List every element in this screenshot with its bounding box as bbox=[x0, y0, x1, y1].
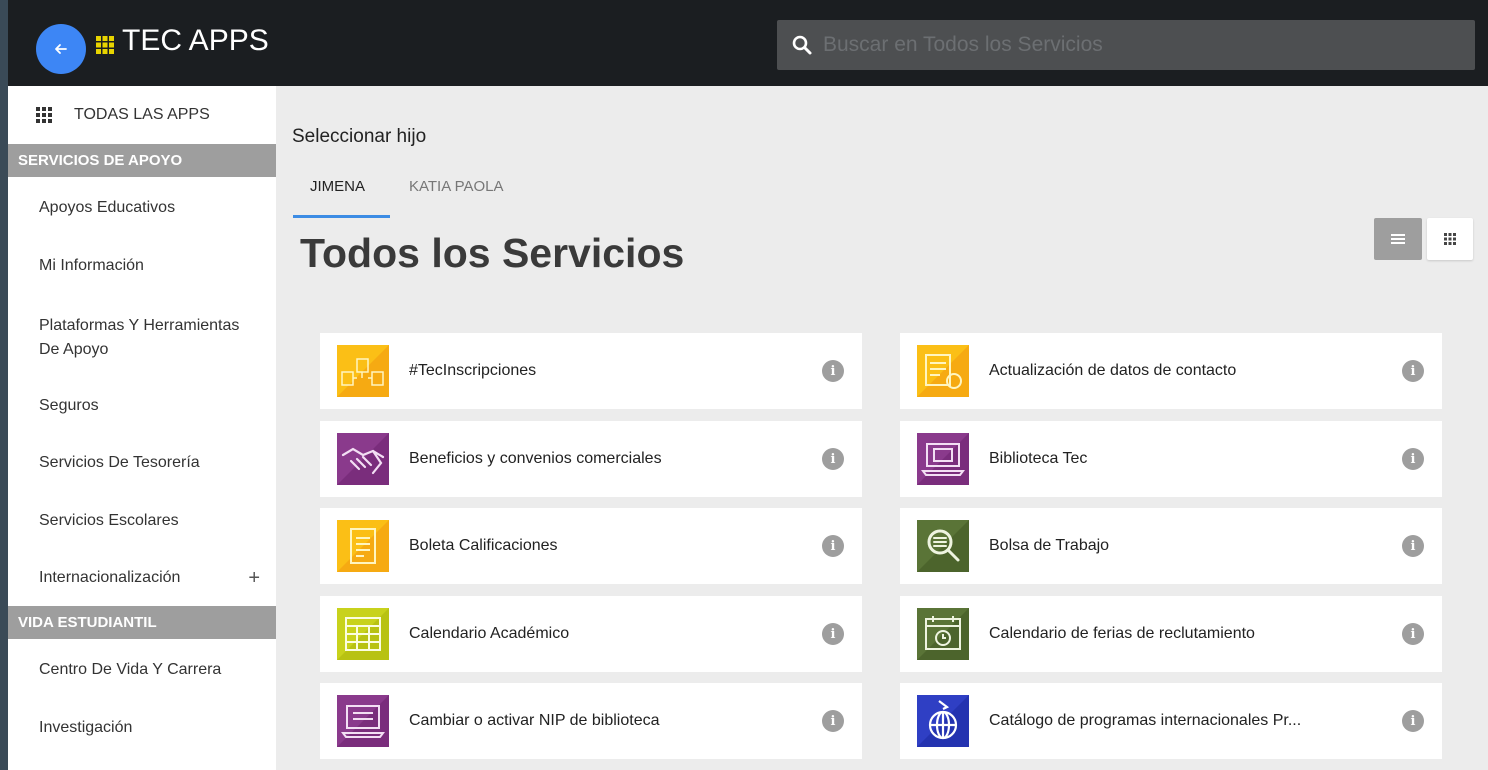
service-card-catalogo-programas[interactable]: Catálogo de programas internacionales Pr… bbox=[900, 683, 1442, 759]
service-card-tecinscripciones[interactable]: #TecInscripciones i bbox=[320, 333, 862, 409]
service-name: Beneficios y convenios comerciales bbox=[409, 450, 662, 467]
service-name: Calendario de ferias de reclutamiento bbox=[989, 625, 1255, 642]
globe-plane-icon bbox=[917, 695, 969, 747]
service-card-nip-biblioteca[interactable]: Cambiar o activar NIP de biblioteca i bbox=[320, 683, 862, 759]
apps-grid-icon bbox=[96, 36, 114, 54]
handshake-icon bbox=[337, 433, 389, 485]
list-icon bbox=[1391, 234, 1405, 244]
sidebar-item-plataformas[interactable]: Plataformas Y Herramientas De Apoyo bbox=[8, 314, 270, 362]
all-apps-link[interactable]: TODAS LAS APPS bbox=[8, 86, 276, 144]
active-tab-indicator bbox=[293, 215, 390, 218]
service-card-calendario-academico[interactable]: Calendario Académico i bbox=[320, 596, 862, 672]
job-search-icon bbox=[917, 520, 969, 572]
info-icon[interactable]: i bbox=[1402, 360, 1424, 382]
service-card-beneficios[interactable]: Beneficios y convenios comerciales i bbox=[320, 421, 862, 497]
expand-plus-icon[interactable]: + bbox=[248, 566, 260, 590]
sidebar-item-seguros[interactable]: Seguros bbox=[8, 394, 276, 418]
info-icon[interactable]: i bbox=[1402, 535, 1424, 557]
service-name: Bolsa de Trabajo bbox=[989, 537, 1110, 554]
contact-update-icon bbox=[917, 345, 969, 397]
sidebar-item-servicios-de-tesoreria[interactable]: Servicios De Tesorería bbox=[8, 451, 276, 475]
info-icon[interactable]: i bbox=[1402, 710, 1424, 732]
back-button[interactable] bbox=[36, 24, 86, 74]
library-laptop-icon bbox=[917, 433, 969, 485]
search-bar[interactable] bbox=[777, 20, 1475, 70]
service-name: Biblioteca Tec bbox=[989, 450, 1088, 467]
tab-jimena[interactable]: JIMENA bbox=[310, 178, 365, 195]
service-name: Calendario Académico bbox=[409, 625, 570, 642]
calendar-icon bbox=[337, 608, 389, 660]
info-icon[interactable]: i bbox=[822, 535, 844, 557]
files-share-icon bbox=[337, 345, 389, 397]
sidebar-item-investigacion[interactable]: Investigación bbox=[8, 716, 276, 740]
section-header-vida-estudiantil: VIDA ESTUDIANTIL bbox=[8, 606, 276, 639]
grid-small-icon bbox=[1444, 233, 1456, 245]
arrow-left-icon bbox=[55, 44, 67, 54]
service-name: Cambiar o activar NIP de biblioteca bbox=[409, 712, 660, 729]
sidebar: TODAS LAS APPS SERVICIOS DE APOYO Apoyos… bbox=[8, 86, 276, 770]
service-card-bolsa-trabajo[interactable]: Bolsa de Trabajo i bbox=[900, 508, 1442, 584]
section-header-servicios-de-apoyo: SERVICIOS DE APOYO bbox=[8, 144, 276, 177]
grid-icon bbox=[36, 107, 52, 123]
service-card-boleta[interactable]: Boleta Calificaciones i bbox=[320, 508, 862, 584]
info-icon[interactable]: i bbox=[1402, 623, 1424, 645]
info-icon[interactable]: i bbox=[822, 448, 844, 470]
service-name: #TecInscripciones bbox=[409, 362, 537, 379]
service-card-biblioteca-tec[interactable]: Biblioteca Tec i bbox=[900, 421, 1442, 497]
sidebar-item-apoyos-educativos[interactable]: Apoyos Educativos bbox=[8, 196, 276, 220]
search-icon bbox=[792, 35, 812, 55]
app-window: TEC APPS TODAS LAS APPS SERVICIOS DE APO… bbox=[8, 0, 1488, 770]
search-input[interactable] bbox=[823, 25, 1475, 65]
service-name: Catálogo de programas internacionales Pr… bbox=[989, 712, 1302, 729]
service-card-actualizacion-datos[interactable]: Actualización de datos de contacto i bbox=[900, 333, 1442, 409]
report-card-icon bbox=[337, 520, 389, 572]
service-name: Actualización de datos de contacto bbox=[989, 362, 1237, 379]
sidebar-item-internacionalizacion[interactable]: Internacionalización + bbox=[8, 566, 276, 590]
service-card-calendario-ferias[interactable]: Calendario de ferias de reclutamiento i bbox=[900, 596, 1442, 672]
tab-katia-paola[interactable]: KATIA PAOLA bbox=[409, 178, 503, 195]
sidebar-item-mi-informacion[interactable]: Mi Información bbox=[8, 254, 276, 278]
info-icon[interactable]: i bbox=[822, 623, 844, 645]
app-title: TEC APPS bbox=[122, 24, 269, 57]
main-content: Seleccionar hijo JIMENA KATIA PAOLA Todo… bbox=[276, 86, 1488, 770]
calendar-clock-icon bbox=[917, 608, 969, 660]
service-name: Boleta Calificaciones bbox=[409, 537, 558, 554]
all-apps-label: TODAS LAS APPS bbox=[74, 106, 210, 123]
sidebar-item-centro-de-vida-y-carrera[interactable]: Centro De Vida Y Carrera bbox=[8, 658, 276, 682]
sidebar-item-label: Internacionalización bbox=[39, 569, 181, 586]
top-bar: TEC APPS bbox=[8, 0, 1488, 86]
info-icon[interactable]: i bbox=[1402, 448, 1424, 470]
sidebar-item-servicios-escolares[interactable]: Servicios Escolares bbox=[8, 509, 276, 533]
page-title: Todos los Servicios bbox=[300, 230, 685, 276]
select-child-label: Seleccionar hijo bbox=[292, 126, 427, 147]
list-view-button[interactable] bbox=[1374, 218, 1422, 260]
library-pin-icon bbox=[337, 695, 389, 747]
grid-view-button[interactable] bbox=[1427, 218, 1473, 260]
info-icon[interactable]: i bbox=[822, 710, 844, 732]
info-icon[interactable]: i bbox=[822, 360, 844, 382]
